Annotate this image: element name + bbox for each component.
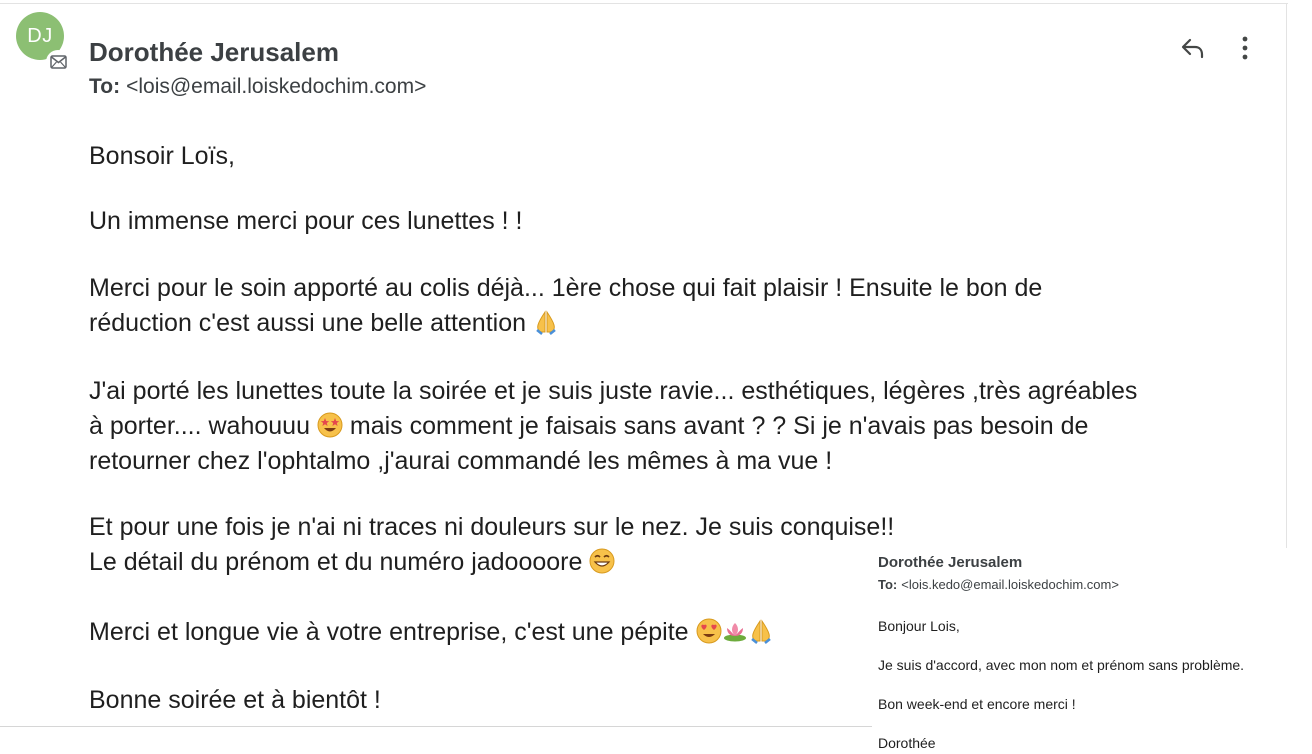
overlay-greeting: Bonjour Lois, bbox=[878, 618, 960, 634]
more-options-button[interactable] bbox=[1229, 34, 1261, 66]
paragraph-6: Bonne soirée et à bientôt ! bbox=[89, 686, 381, 714]
paragraph-4-line-2-text: Le détail du prénom et du numéro jadoooo… bbox=[89, 548, 583, 576]
paragraph-5: Merci et longue vie à votre entreprise, … bbox=[89, 615, 774, 650]
lotus-emoji-icon bbox=[722, 618, 748, 644]
paragraph-3-line-2-end: mais comment je faisais sans avant ? ? S… bbox=[349, 412, 1089, 440]
reply-icon bbox=[1180, 37, 1206, 64]
heart-eyes-emoji-icon bbox=[696, 618, 722, 644]
recipient-line: To: <lois@email.loiskedochim.com> bbox=[89, 75, 426, 99]
envelope-icon bbox=[46, 50, 70, 74]
folded-hands-emoji-icon bbox=[533, 309, 559, 335]
paragraph-2-line-1: Merci pour le soin apporté au colis déjà… bbox=[89, 274, 1043, 302]
top-divider bbox=[0, 3, 1288, 4]
folded-hands-emoji-icon bbox=[748, 618, 774, 644]
more-vertical-icon bbox=[1242, 36, 1248, 65]
paragraph-2-line-2-text: réduction c'est aussi une belle attentio… bbox=[89, 309, 526, 337]
paragraph-3-line-2: à porter.... wahouuu mais comment je fai… bbox=[89, 409, 1088, 444]
overlay-signature: Dorothée bbox=[878, 735, 936, 751]
paragraph-2-line-2: réduction c'est aussi une belle attentio… bbox=[89, 306, 559, 341]
to-label: To: bbox=[89, 75, 121, 98]
paragraph-3-line-2-start: à porter.... wahouuu bbox=[89, 412, 310, 440]
paragraph-4-line-1: Et pour une fois je n'ai ni traces ni do… bbox=[89, 513, 895, 541]
paragraph-3-line-1: J'ai porté les lunettes toute la soirée … bbox=[89, 377, 1138, 405]
sender-name: Dorothée Jerusalem bbox=[89, 37, 339, 67]
overlay-line-1: Je suis d'accord, avec mon nom et prénom… bbox=[878, 657, 1245, 673]
reply-email-snippet: Dorothée Jerusalem To: <lois.kedo@email.l… bbox=[872, 548, 1312, 754]
overlay-line-2: Bon week-end et encore merci ! bbox=[878, 696, 1076, 712]
paragraph-4-line-2: Le détail du prénom et du numéro jadoooo… bbox=[89, 545, 615, 580]
overlay-sender-name: Dorothée Jerusalem bbox=[878, 554, 1023, 571]
bottom-divider bbox=[0, 726, 872, 727]
grinning-emoji-icon bbox=[589, 548, 615, 574]
right-divider bbox=[1286, 3, 1287, 563]
overlay-to-label: To: bbox=[878, 577, 898, 592]
paragraph-3-line-3: retourner chez l'ophtalmo ,j'aurai comma… bbox=[89, 447, 833, 475]
overlay-to-address: <lois.kedo@email.loiskedochim.com> bbox=[901, 577, 1119, 592]
paragraph-5-text: Merci et longue vie à votre entreprise, … bbox=[89, 618, 689, 646]
paragraph-1: Un immense merci pour ces lunettes ! ! bbox=[89, 207, 523, 235]
overlay-recipient-line: To: <lois.kedo@email.loiskedochim.com> bbox=[878, 577, 1119, 592]
star-struck-emoji-icon bbox=[317, 412, 343, 438]
to-address: <lois@email.loiskedochim.com> bbox=[126, 75, 427, 98]
reply-button[interactable] bbox=[1177, 34, 1209, 66]
greeting-text: Bonsoir Loïs, bbox=[89, 142, 235, 170]
